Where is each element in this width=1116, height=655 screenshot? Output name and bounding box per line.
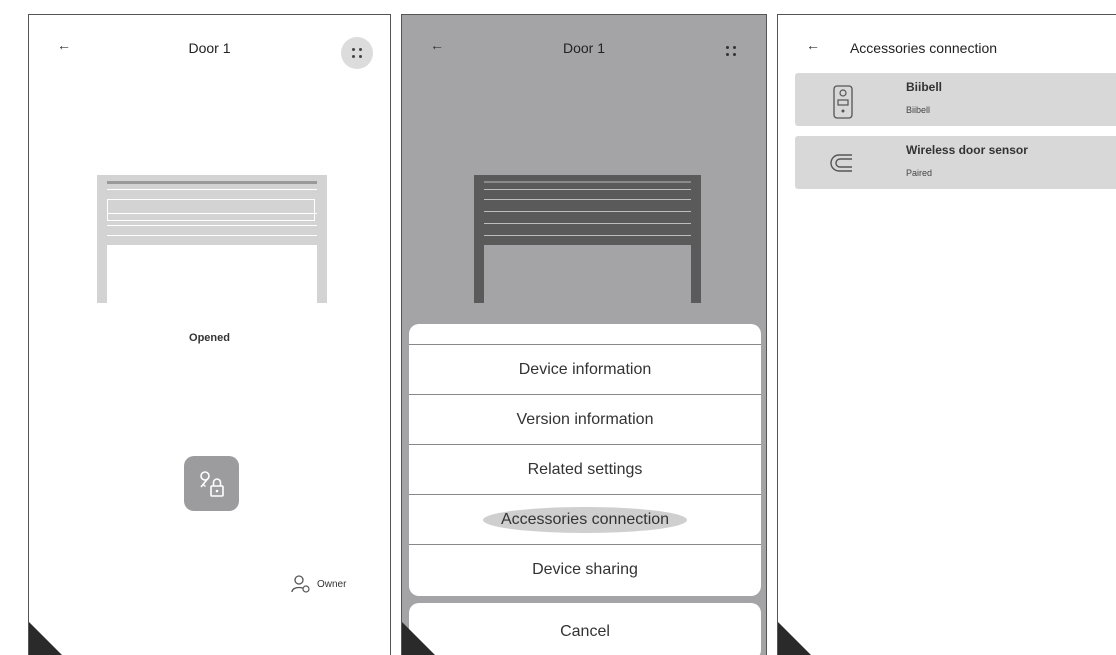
more-menu-button[interactable] — [726, 46, 736, 56]
more-dots-icon — [352, 48, 362, 58]
owner-indicator: Owner — [291, 574, 346, 594]
page-title: Accessories connection — [849, 40, 998, 56]
panel-door-control: ← Door 1 Opened Owner 1 — [28, 14, 391, 655]
accessory-item-wireless-door-sensor[interactable]: Wireless door sensor Paired — [795, 136, 1116, 189]
step-marker: 2 — [402, 621, 447, 655]
menu-item-accessories-connection[interactable]: Accessories connection — [409, 495, 761, 545]
accessory-subtitle: Biibell — [906, 105, 931, 115]
menu-item-version-information[interactable]: Version information — [409, 395, 761, 445]
menu-item-related-settings[interactable]: Related settings — [409, 445, 761, 495]
menu-item-label: Related settings — [527, 460, 643, 478]
menu-item-device-information[interactable]: Device information — [409, 345, 761, 395]
cancel-button[interactable]: Cancel — [409, 603, 761, 655]
door-sensor-icon — [830, 154, 852, 172]
lock-button[interactable] — [184, 456, 239, 511]
user-icon — [291, 575, 310, 593]
menu-item-device-sharing[interactable]: Device sharing — [409, 545, 761, 595]
action-sheet: Device information Version information R… — [409, 324, 761, 596]
step-number: 1 — [64, 641, 74, 655]
accessory-name: Wireless door sensor — [906, 143, 1028, 157]
page-title: Door 1 — [562, 40, 606, 56]
doorbell-icon — [833, 85, 853, 119]
door-status: Opened — [189, 332, 230, 344]
menu-item-label: Version information — [516, 410, 654, 428]
step-marker: 3 — [778, 621, 823, 655]
menu-item-label: Accessories connection — [482, 506, 688, 533]
page-title: Door 1 — [188, 40, 231, 56]
accessory-name: Biibell — [906, 80, 943, 94]
panel-device-menu: ← Door 1 Device information Version info… — [401, 14, 767, 655]
accessory-subtitle: Paired — [906, 168, 933, 178]
cancel-label: Cancel — [560, 622, 610, 640]
accessory-item-biibell[interactable]: Biibell Biibell — [795, 73, 1116, 126]
garage-door-illustration — [97, 175, 327, 303]
more-menu-button[interactable] — [341, 37, 373, 69]
step-marker: 1 — [29, 621, 74, 655]
panel-accessories: ← Accessories connection Biibell Biibell… — [777, 14, 1116, 655]
step-number: 2 — [437, 641, 447, 655]
more-dots-icon — [726, 46, 736, 56]
menu-item-label: Device sharing — [532, 561, 638, 578]
owner-label: Owner — [317, 578, 347, 590]
garage-door-illustration — [474, 175, 701, 303]
key-lock-icon — [199, 470, 224, 497]
menu-item-label: Device information — [518, 360, 652, 378]
step-number: 3 — [813, 641, 823, 655]
